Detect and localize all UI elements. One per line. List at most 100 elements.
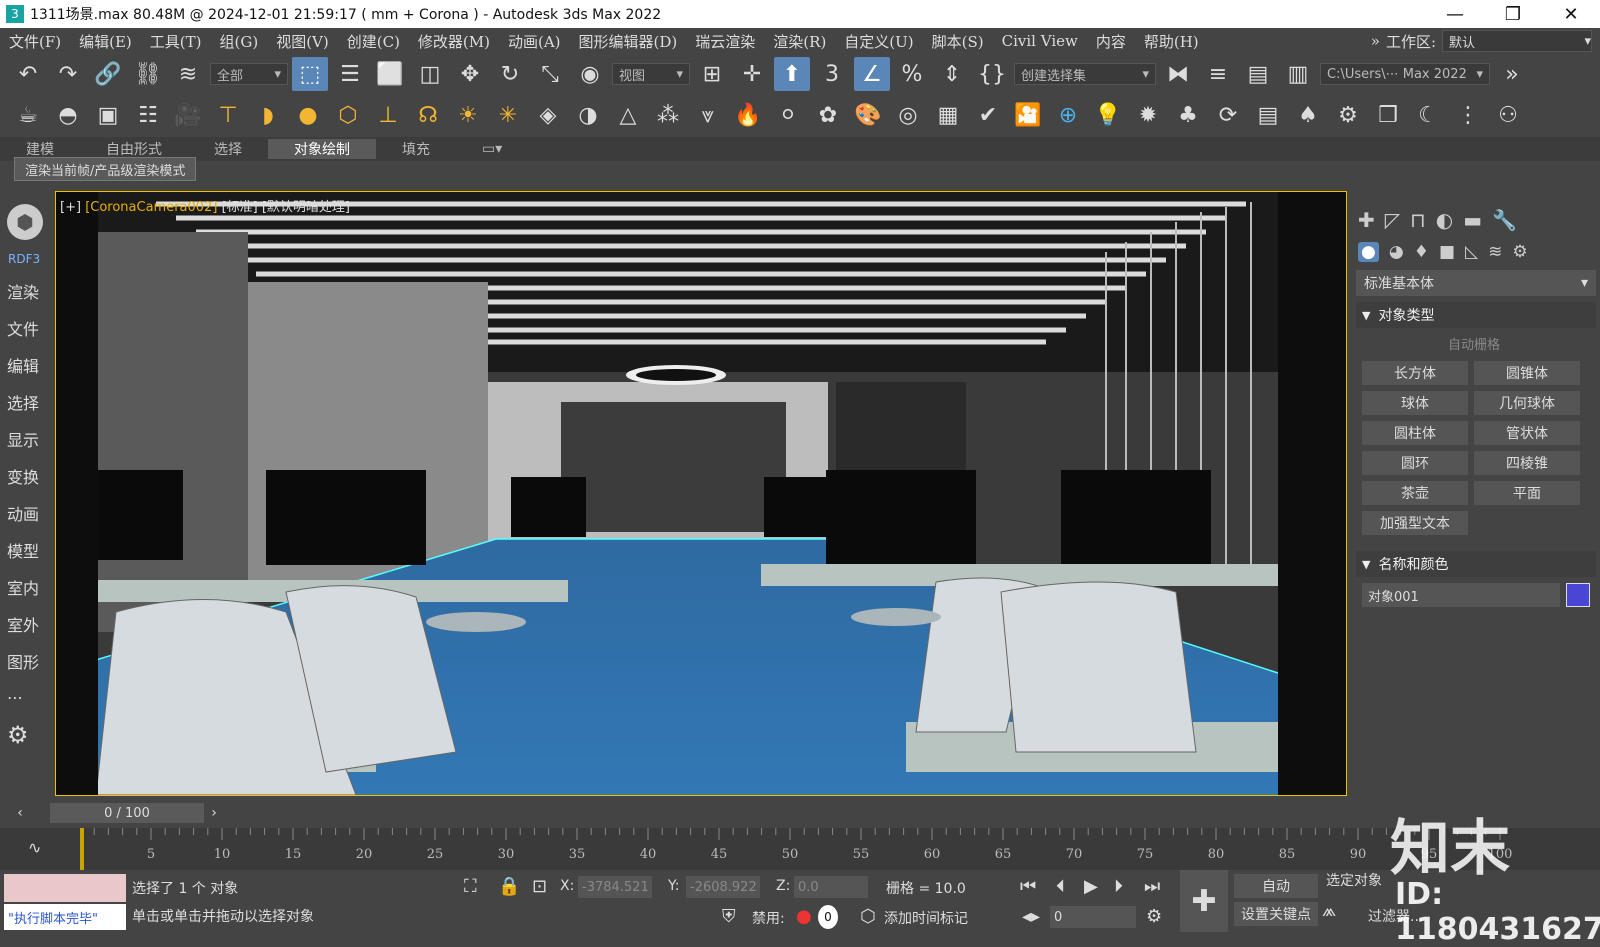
zero-toggle[interactable]: 0 xyxy=(818,905,838,929)
prev-frame-icon[interactable]: ‹ xyxy=(10,805,30,821)
motion-tab-icon[interactable]: ◐ xyxy=(1436,208,1453,232)
menu-customize[interactable]: 自定义(U) xyxy=(835,31,922,52)
menu-civil-view[interactable]: Civil View xyxy=(993,32,1087,50)
ref-coord-dropdown[interactable]: 视图 ▾ xyxy=(612,63,690,85)
toolbar-overflow-icon[interactable]: » xyxy=(1494,57,1530,91)
sidebar-item-file[interactable]: 文件 xyxy=(0,309,50,346)
menu-scripting[interactable]: 脚本(S) xyxy=(923,31,993,52)
camera-add-icon[interactable]: ⊕ xyxy=(1050,98,1086,132)
plane-button[interactable]: 平面 xyxy=(1474,481,1580,505)
fire-icon[interactable]: 🔥 xyxy=(730,98,766,132)
bake-icon[interactable]: ▦ xyxy=(930,98,966,132)
project-path-dropdown[interactable]: C:\Users\⋯ Max 2022 ▾ xyxy=(1320,63,1490,85)
material-ball-icon[interactable]: ⚪ xyxy=(770,98,806,132)
viewport-mode[interactable]: [标准] xyxy=(222,200,258,215)
geometry-category-dropdown[interactable]: 标准基本体 ▾ xyxy=(1356,270,1596,296)
network-icon[interactable]: ⋮ xyxy=(1450,98,1486,132)
geosphere-button[interactable]: 几何球体 xyxy=(1474,391,1580,415)
converter-icon[interactable]: ◎ xyxy=(890,98,926,132)
refresh-icon[interactable]: ⟳ xyxy=(1210,98,1246,132)
rect-region-icon[interactable]: ⬜ xyxy=(372,57,408,91)
set-key-button[interactable]: 设置关键点 xyxy=(1234,902,1318,926)
sidebar-item-more[interactable]: ⋯ xyxy=(0,679,50,716)
multimap-icon[interactable]: ⁂ xyxy=(650,98,686,132)
x-coord-field[interactable]: -3784.521 xyxy=(578,876,652,898)
minimize-button[interactable]: — xyxy=(1426,4,1484,25)
key-filter-icon[interactable]: ⩕ xyxy=(1322,900,1336,921)
pyramid-button[interactable]: 四棱锥 xyxy=(1474,451,1580,475)
camera-rig-icon[interactable]: 🎦 xyxy=(1010,98,1046,132)
camera-icon[interactable]: 🎥 xyxy=(170,98,206,132)
next-frame-icon[interactable]: › xyxy=(204,805,224,821)
corona-light-icon[interactable]: ⊤ xyxy=(210,98,246,132)
sidebar-item-transform[interactable]: 变换 xyxy=(0,457,50,494)
edit-named-selection-icon[interactable]: {} xyxy=(974,57,1010,91)
utilities-tab-icon[interactable]: 🔧 xyxy=(1492,208,1517,232)
menu-group[interactable]: 组(G) xyxy=(211,31,268,52)
render-frame-icon[interactable]: ▣ xyxy=(90,98,126,132)
select-manipulate-icon[interactable]: ✛ xyxy=(734,57,770,91)
z-coord-field[interactable]: 0.0 xyxy=(794,876,868,898)
key-mode-icon[interactable]: ◂▸ xyxy=(1022,906,1040,927)
sidebar-item-render[interactable]: 渲染 xyxy=(0,272,50,309)
y-coord-field[interactable]: -2608.922 xyxy=(686,876,760,898)
v-logo-icon[interactable]: ✔ xyxy=(970,98,1006,132)
isolate-icon[interactable]: ⛶ xyxy=(464,876,477,897)
spinner-snap-icon[interactable]: ⇕ xyxy=(934,57,970,91)
sphere-button[interactable]: 球体 xyxy=(1362,391,1468,415)
tab-selection[interactable]: 选择 xyxy=(188,139,268,159)
cameras-icon[interactable]: ■ xyxy=(1439,242,1455,262)
menu-rendering[interactable]: 渲染(R) xyxy=(764,31,835,52)
geometry-icon[interactable]: ● xyxy=(1358,242,1379,262)
lights-icon[interactable]: ♦ xyxy=(1414,242,1429,262)
prev-key-icon[interactable]: ⏴ xyxy=(1056,876,1065,897)
snap-toggle-icon[interactable]: 3 xyxy=(814,57,850,91)
ribbon-options-icon[interactable]: ▭▾ xyxy=(456,141,528,157)
curve-editor-icon[interactable]: ∿ xyxy=(28,838,41,857)
tube-button[interactable]: 管状体 xyxy=(1474,421,1580,445)
object-color-swatch[interactable] xyxy=(1566,583,1590,607)
material-library-icon[interactable]: ✿ xyxy=(810,98,846,132)
tab-modeling[interactable]: 建模 xyxy=(0,139,80,159)
sidebar-item-animation[interactable]: 动画 xyxy=(0,494,50,531)
select-object-icon[interactable]: ⬚ xyxy=(292,57,328,91)
menu-file[interactable]: 文件(F) xyxy=(0,31,70,52)
sidebar-item-model[interactable]: 模型 xyxy=(0,531,50,568)
align-icon[interactable]: ≡ xyxy=(1200,57,1236,91)
track-bar[interactable]: ∿ 05101520253035404550556065707580859095… xyxy=(0,828,1600,870)
cylinder-button[interactable]: 圆柱体 xyxy=(1362,421,1468,445)
sidebar-item-display[interactable]: 显示 xyxy=(0,420,50,457)
create-tab-icon[interactable]: ✚ xyxy=(1358,208,1375,232)
menu-tools[interactable]: 工具(T) xyxy=(141,31,211,52)
object-type-rollout[interactable]: ▼ 对象类型 xyxy=(1356,302,1596,328)
torus-button[interactable]: 圆环 xyxy=(1362,451,1468,475)
tab-freeform[interactable]: 自由形式 xyxy=(80,139,188,159)
sidebar-item-edit[interactable]: 编辑 xyxy=(0,346,50,383)
window-crossing-icon[interactable]: ◫ xyxy=(412,57,448,91)
object-name-field[interactable]: 对象001 xyxy=(1362,583,1560,607)
menu-create[interactable]: 创建(C) xyxy=(338,31,409,52)
maxscript-output[interactable]: "执行脚本完毕" xyxy=(4,904,126,930)
scale-icon[interactable]: ⤡ xyxy=(532,57,568,91)
time-config-icon[interactable]: ⚙ xyxy=(1146,906,1162,927)
geosphere-light-icon[interactable]: ⬡ xyxy=(330,98,366,132)
layers-icon[interactable]: ❒ xyxy=(1370,98,1406,132)
palette-icon[interactable]: 🎨 xyxy=(850,98,886,132)
goto-end-icon[interactable]: ⏭ xyxy=(1144,876,1160,897)
display-tab-icon[interactable]: ▬ xyxy=(1463,208,1482,232)
set-key-big-icon[interactable]: ✚ xyxy=(1180,870,1228,932)
close-button[interactable]: ✕ xyxy=(1542,4,1600,25)
rotate-icon[interactable]: ↻ xyxy=(492,57,528,91)
name-color-rollout[interactable]: ▼ 名称和颜色 xyxy=(1356,551,1596,577)
cone-button[interactable]: 圆锥体 xyxy=(1474,361,1580,385)
render-setup-icon[interactable]: ◓ xyxy=(50,98,86,132)
sun-icon[interactable]: ☀ xyxy=(450,98,486,132)
sidebar-item-select[interactable]: 选择 xyxy=(0,383,50,420)
layer-explorer-icon[interactable]: ▤ xyxy=(1240,57,1276,91)
toggle-ribbon-icon[interactable]: ▥ xyxy=(1280,57,1316,91)
maxscript-listener[interactable] xyxy=(4,874,126,902)
sidebar-item-interior[interactable]: 室内 xyxy=(0,568,50,605)
workspace-expand-icon[interactable]: » xyxy=(1371,32,1380,50)
selection-filter-dropdown[interactable]: 全部 ▾ xyxy=(210,63,288,85)
select-by-name-icon[interactable]: ☰ xyxy=(332,57,368,91)
